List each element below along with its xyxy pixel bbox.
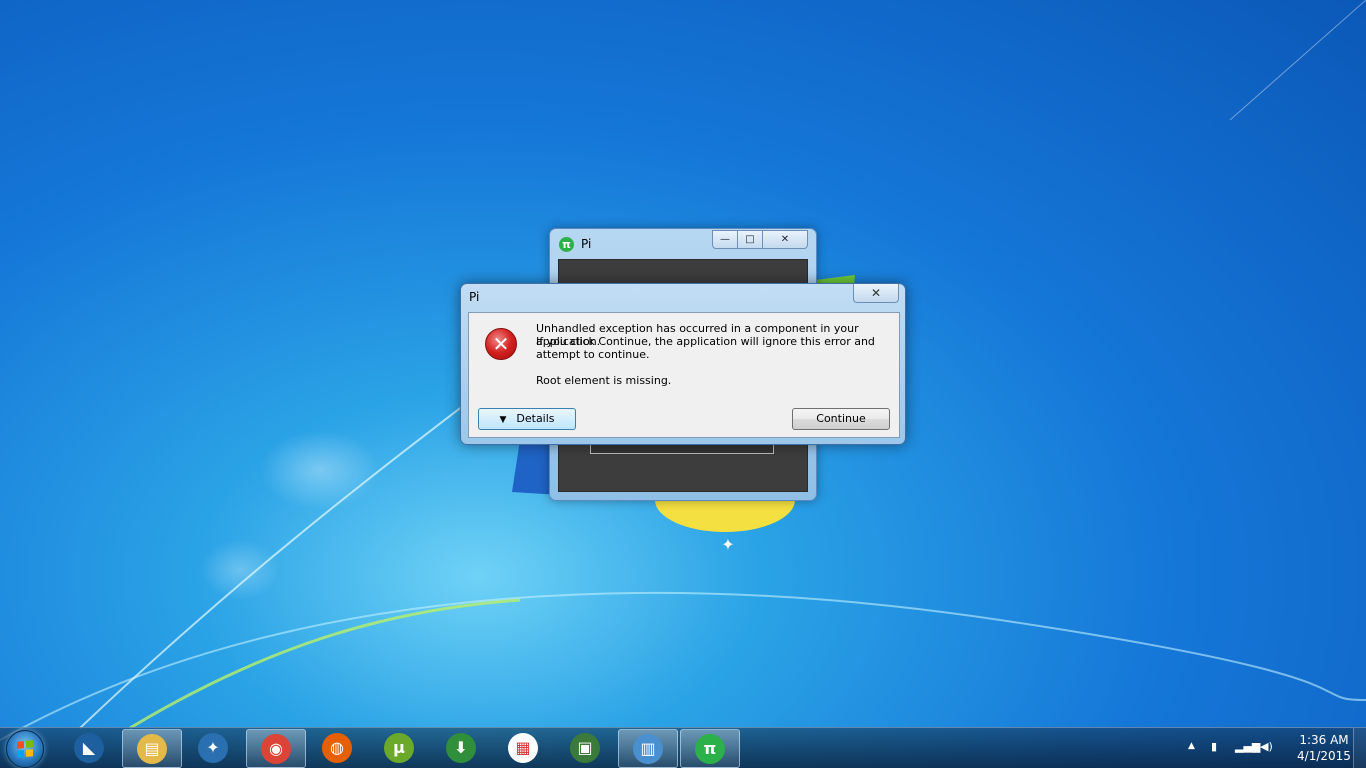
show-hidden-icons-button[interactable]: ▲	[1188, 741, 1195, 751]
caption-buttons: — □ ✕	[712, 230, 808, 249]
internet-download-manager-icon: ⬇	[446, 732, 476, 763]
start-button[interactable]	[6, 730, 44, 768]
clock-date: 4/1/2015	[1297, 749, 1351, 763]
task-manager-icon: ▣	[570, 732, 600, 763]
firstclarity-icon: ✦	[198, 732, 228, 763]
close-button[interactable]: ✕	[763, 230, 808, 249]
continue-button[interactable]: Continue	[792, 408, 890, 430]
taskbar-button-windows-explorer[interactable]: ▤	[122, 729, 182, 768]
svg-text:✦: ✦	[721, 535, 734, 554]
windows-logo-icon	[17, 740, 33, 758]
windows-explorer-icon: ▤	[137, 733, 167, 764]
show-desktop-button[interactable]	[1353, 728, 1366, 768]
taskbar-button-control-panel[interactable]: ▥	[618, 729, 678, 768]
window-title: Pi	[581, 237, 592, 251]
taskbar-button-utorrent[interactable]: µ	[370, 729, 428, 766]
chrome-icon: ◉	[261, 733, 291, 764]
dialog-body: ✕ Unhandled exception has occurred in a …	[468, 312, 900, 438]
control-panel-icon: ▥	[633, 733, 663, 764]
error-x-icon: ✕	[485, 328, 517, 360]
details-button[interactable]: ▼ Details	[478, 408, 576, 430]
details-label: Details	[516, 412, 555, 425]
pi-app-icon: π	[559, 237, 574, 252]
taskbar-button-task-manager[interactable]: ▣	[556, 729, 614, 766]
error-message-reason: Root element is missing.	[536, 374, 672, 387]
pi-app-icon: π	[695, 733, 725, 764]
error-message-detail: If you click Continue, the application w…	[536, 335, 875, 361]
network-icon[interactable]: ▂▄▆	[1235, 740, 1260, 753]
dialog-title: Pi	[469, 290, 480, 304]
taskbar-button-desktop-app[interactable]: ◣	[60, 729, 118, 766]
utorrent-icon: µ	[384, 732, 414, 763]
minimize-button[interactable]: —	[712, 230, 738, 249]
taskbar-button-chrome[interactable]: ◉	[246, 729, 306, 768]
desktop-app-icon: ◣	[74, 732, 104, 763]
firefox-icon: ◍	[322, 732, 352, 763]
taskbar-button-apps-grid[interactable]: ▦	[494, 729, 552, 766]
taskbar-button-internet-download-manager[interactable]: ⬇	[432, 729, 490, 766]
taskbar: ◣ ▤ ✦ ◉ ◍ µ ⬇ ▦ ▣ ▥ π ▲ ▮ ▂▄▆ ◀) 1:36 AM 4/1/2015	[0, 727, 1366, 768]
battery-icon[interactable]: ▮	[1211, 740, 1217, 753]
taskbar-button-pi-app[interactable]: π	[680, 729, 740, 768]
apps-grid-icon: ▦	[508, 732, 538, 763]
dialog-close-button[interactable]: ✕	[853, 284, 899, 303]
taskbar-button-firefox[interactable]: ◍	[308, 729, 366, 766]
taskbar-button-firstclarity[interactable]: ✦	[184, 729, 242, 766]
chevron-down-icon: ▼	[499, 415, 507, 425]
clock[interactable]: 1:36 AM 4/1/2015	[1289, 732, 1359, 764]
error-dialog[interactable]: Pi ✕ ✕ Unhandled exception has occurred …	[460, 283, 906, 445]
volume-icon[interactable]: ◀)	[1260, 740, 1273, 753]
clock-time: 1:36 AM	[1299, 733, 1349, 747]
maximize-button[interactable]: □	[738, 230, 763, 249]
